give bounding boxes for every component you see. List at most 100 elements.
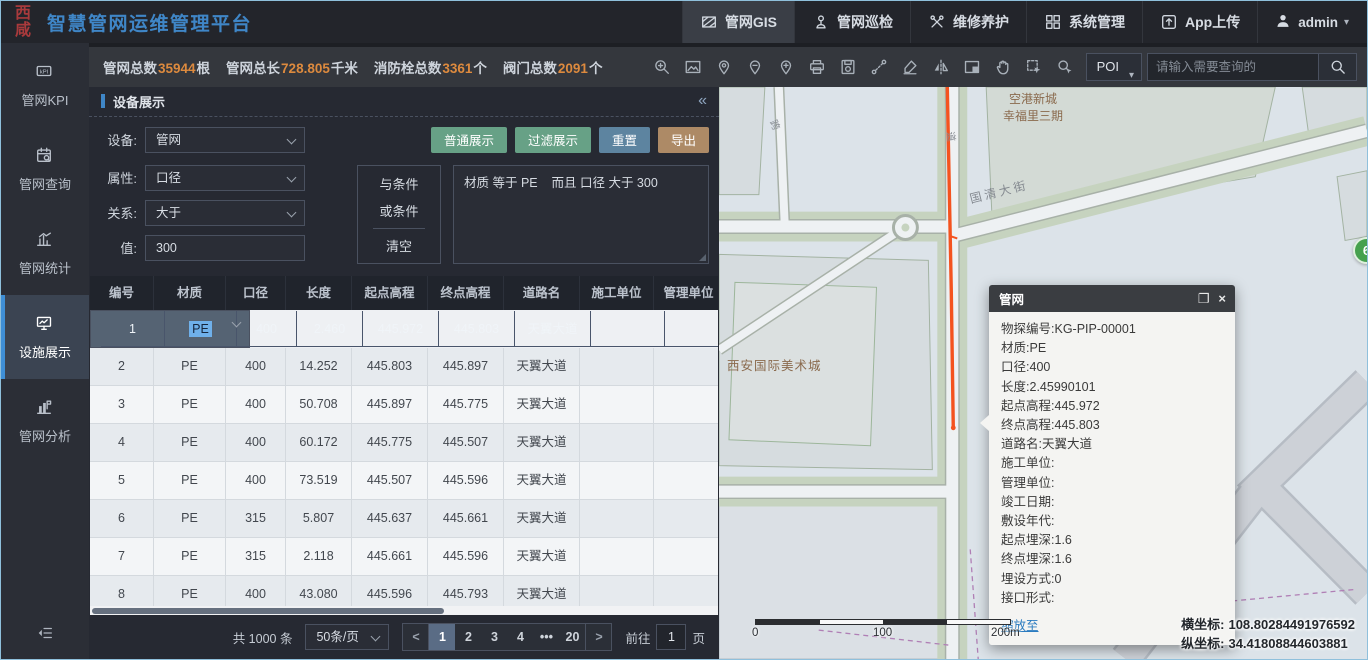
- or-condition-button[interactable]: 或条件: [379, 201, 418, 220]
- device-select-value: 管网: [156, 133, 181, 147]
- mirror-icon[interactable]: [932, 58, 950, 76]
- pan-icon[interactable]: [994, 58, 1012, 76]
- reset-button[interactable]: 重置: [599, 127, 650, 153]
- page-button-2[interactable]: 2: [455, 624, 481, 650]
- panel-collapse-button[interactable]: «: [698, 92, 707, 110]
- table-row[interactable]: 2PE40014.252445.803445.897天翼大道: [90, 348, 718, 386]
- table-cell: [580, 538, 654, 576]
- table-row[interactable]: 5PE40073.519445.507445.596天翼大道: [90, 462, 718, 500]
- sidebar-item-设施展示[interactable]: 设施展示: [1, 295, 89, 379]
- measure-icon[interactable]: [870, 58, 888, 76]
- table-row[interactable]: 8PE40043.080445.596445.793天翼大道: [90, 576, 718, 606]
- pin-add-icon[interactable]: [777, 58, 795, 76]
- horizontal-scrollbar[interactable]: [90, 606, 718, 616]
- app-header: 西 咸 智慧管网运维管理平台 管网GIS管网巡检维修养护系统管理App上传 ad…: [1, 1, 1367, 43]
- relation-label: 关系:: [99, 203, 137, 222]
- search-input[interactable]: [1147, 53, 1319, 81]
- table-cell: [580, 386, 654, 424]
- table-row[interactable]: 3PE40050.708445.897445.775天翼大道: [90, 386, 718, 424]
- table-cell: [654, 386, 718, 424]
- column-header-长度: 长度: [286, 276, 352, 310]
- table-row[interactable]: 6PE3155.807445.637445.661天翼大道: [90, 500, 718, 538]
- popup-field-label: 敷设年代: [1001, 514, 1051, 528]
- table-row[interactable]: 4PE40060.172445.775445.507天翼大道: [90, 424, 718, 462]
- stat-label: 管网总数: [103, 57, 157, 77]
- table-row[interactable]: 1PE4002.460445.972445.803天翼大道: [90, 310, 250, 348]
- attr-select[interactable]: 口径: [145, 165, 305, 191]
- clear-condition-button[interactable]: 清空: [373, 228, 425, 255]
- popup-titlebar[interactable]: 管网 ❐ ×: [989, 285, 1235, 312]
- svg-text:kPI: kPI: [40, 69, 49, 75]
- table-cell: 5.807: [286, 500, 352, 538]
- pin-remove-icon[interactable]: [746, 58, 764, 76]
- page-size-select[interactable]: 50条/页: [305, 624, 389, 650]
- table-cell: 天翼大道: [504, 462, 580, 500]
- map-canvas[interactable]: 空港新城 幸福里三期 国清大街 西安国际美术城 跨 道 6 管网 ❐: [719, 87, 1367, 659]
- sidebar-item-管网KPI[interactable]: kPI管网KPI: [1, 43, 89, 127]
- kpi-icon: kPI: [35, 62, 55, 82]
- normal-display-button[interactable]: 普通展示: [431, 127, 507, 153]
- nav-item-管网GIS[interactable]: 管网GIS: [682, 1, 794, 43]
- maximize-icon[interactable]: ❐: [1198, 292, 1210, 305]
- table-cell: 1: [101, 311, 165, 347]
- export-button[interactable]: 导出: [658, 127, 709, 153]
- nav-item-App上传[interactable]: App上传: [1142, 1, 1257, 43]
- map-extent-icon[interactable]: [684, 58, 702, 76]
- popup-field-材质: 材质:PE: [1001, 339, 1223, 358]
- nav-item-管网巡检[interactable]: 管网巡检: [794, 1, 910, 43]
- sidebar-collapse-button[interactable]: [1, 615, 89, 651]
- table-cell: 7: [90, 538, 154, 576]
- select-box-icon[interactable]: [1025, 58, 1043, 76]
- identify-icon[interactable]: [1056, 58, 1074, 76]
- next-page-button[interactable]: >: [585, 624, 611, 650]
- zoom-in-icon[interactable]: [653, 58, 671, 76]
- page-button-4[interactable]: 4: [507, 624, 533, 650]
- locate-pin-icon[interactable]: [715, 58, 733, 76]
- popup-field-道路名: 道路名:天翼大道: [1001, 435, 1223, 454]
- scrollbar-thumb[interactable]: [92, 608, 444, 614]
- search-button[interactable]: [1319, 53, 1357, 81]
- popup-field-label: 竣工日期: [1001, 495, 1051, 509]
- table-cell: 天翼大道: [504, 386, 580, 424]
- sidebar-item-管网查询[interactable]: 管网查询: [1, 127, 89, 211]
- and-condition-button[interactable]: 与条件: [379, 174, 418, 193]
- nav-item-label: 管网巡检: [837, 12, 893, 32]
- close-icon[interactable]: ×: [1218, 292, 1226, 305]
- sidebar-item-管网分析[interactable]: 管网分析: [1, 379, 89, 463]
- goto-page-input[interactable]: [656, 624, 686, 650]
- table-cell: 445.661: [352, 538, 428, 576]
- nav-item-维修养护[interactable]: 维修养护: [910, 1, 1026, 43]
- popup-field-长度: 长度:2.45990101: [1001, 378, 1223, 397]
- device-select[interactable]: 管网: [145, 127, 305, 153]
- poi-select[interactable]: POI ▾: [1086, 53, 1142, 81]
- stat-value: 728.805: [281, 61, 330, 76]
- popup-field-终点高程: 终点高程:445.803: [1001, 416, 1223, 435]
- table-row[interactable]: 7PE3152.118445.661445.596天翼大道: [90, 538, 718, 576]
- table-cell: 2.460: [297, 311, 363, 347]
- print-icon[interactable]: [808, 58, 826, 76]
- stats-toolbar: 管网总数35944根管网总长728.805千米消防栓总数3361个阀门总数209…: [89, 43, 1367, 87]
- popup-field-物探编号: 物探编号:KG-PIP-00001: [1001, 320, 1223, 339]
- prev-page-button[interactable]: <: [403, 624, 429, 650]
- table-cell: 315: [226, 500, 286, 538]
- value-input[interactable]: [145, 235, 305, 261]
- relation-select[interactable]: 大于: [145, 200, 305, 226]
- save-map-icon[interactable]: [839, 58, 857, 76]
- stat-阀门总数: 阀门总数2091个: [503, 57, 603, 77]
- nav-item-系统管理[interactable]: 系统管理: [1026, 1, 1142, 43]
- clear-layer-icon[interactable]: [901, 58, 919, 76]
- sidebar-item-管网统计[interactable]: 管网统计: [1, 211, 89, 295]
- more-pages-button[interactable]: •••: [533, 624, 559, 650]
- sidebar-item-label: 管网分析: [19, 426, 71, 445]
- condition-textarea[interactable]: 材质 等于 PE 而且 口径 大于 300: [453, 165, 709, 264]
- page-button-3[interactable]: 3: [481, 624, 507, 650]
- table-cell: [580, 462, 654, 500]
- page-button-20[interactable]: 20: [559, 624, 585, 650]
- column-header-口径: 口径: [226, 276, 286, 310]
- overview-icon[interactable]: [963, 58, 981, 76]
- pager: <1234•••20>: [402, 623, 612, 651]
- page-button-1[interactable]: 1: [429, 624, 455, 650]
- user-menu[interactable]: admin ▾: [1257, 1, 1367, 43]
- table-cell: 43.080: [286, 576, 352, 606]
- filter-display-button[interactable]: 过滤展示: [515, 127, 591, 153]
